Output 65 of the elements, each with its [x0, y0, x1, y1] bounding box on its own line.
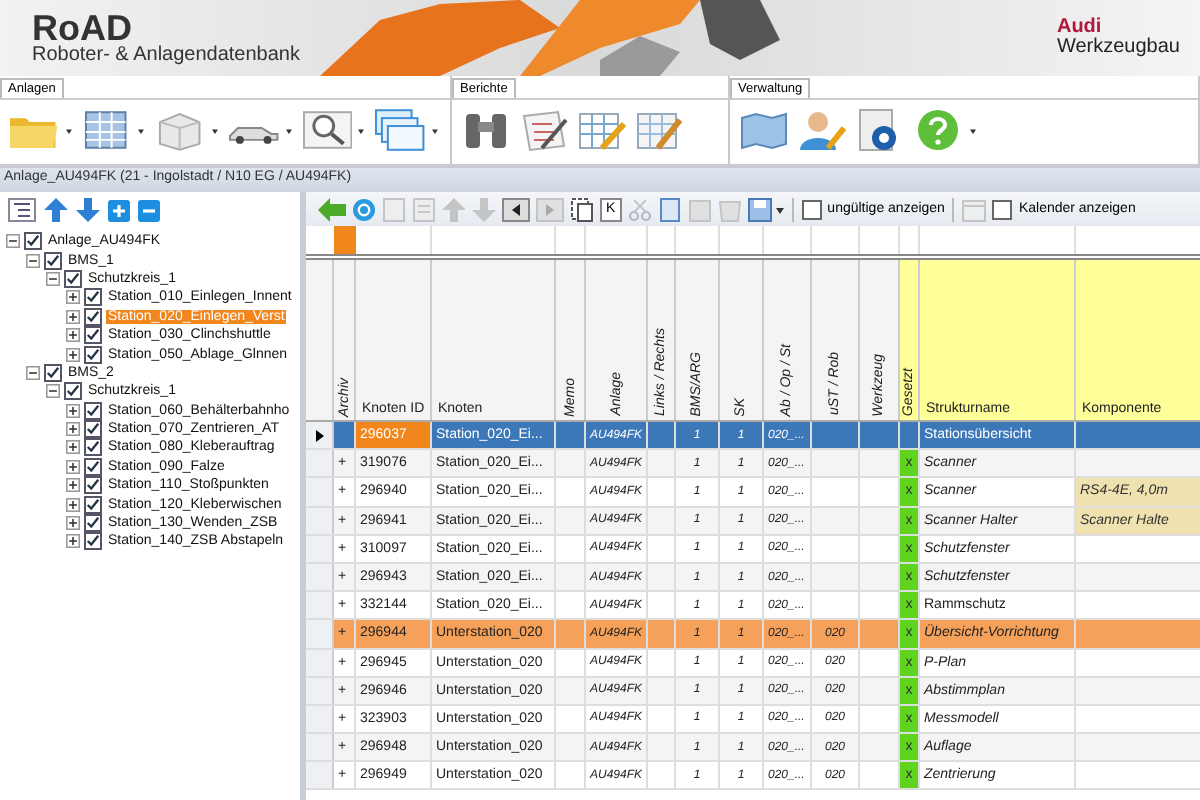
collapse-icon[interactable] — [26, 253, 40, 268]
expand-icon[interactable] — [66, 440, 80, 455]
expand-icon[interactable] — [66, 459, 80, 474]
expand-icon[interactable] — [66, 347, 80, 362]
checkbox[interactable] — [84, 495, 102, 514]
expand-icon[interactable] — [66, 534, 80, 549]
checkbox[interactable] — [64, 269, 82, 288]
collapse-icon[interactable] — [46, 384, 60, 399]
dropdown-icon[interactable] — [970, 127, 976, 133]
save-icon[interactable] — [747, 197, 784, 221]
collapse-icon[interactable] — [6, 234, 20, 249]
expand-icon[interactable] — [66, 422, 80, 437]
expand-icon[interactable] — [66, 403, 80, 418]
checkbox[interactable] — [84, 401, 102, 420]
previous-icon[interactable] — [502, 197, 530, 221]
checklist-icon[interactable] — [518, 108, 570, 152]
dropdown-icon[interactable] — [432, 127, 439, 133]
copy-icon[interactable] — [570, 197, 594, 221]
search-icon[interactable] — [301, 108, 353, 152]
checkbox[interactable] — [84, 288, 102, 307]
expand-icon[interactable] — [66, 516, 80, 531]
checkbox[interactable] — [84, 514, 102, 533]
checkbox[interactable] — [992, 199, 1013, 219]
expand-icon[interactable] — [66, 478, 80, 493]
expand-icon[interactable] — [66, 290, 80, 305]
dropdown-icon[interactable] — [138, 127, 145, 133]
checkbox[interactable] — [44, 251, 62, 270]
list-icon[interactable] — [8, 198, 36, 222]
dropdown-icon[interactable] — [212, 127, 219, 133]
refresh-icon[interactable] — [352, 197, 376, 221]
binoculars-icon[interactable] — [460, 108, 512, 152]
table-edit-icon[interactable] — [634, 108, 686, 152]
collapse-icon[interactable] — [46, 271, 60, 286]
expand-icon[interactable] — [66, 497, 80, 512]
checkbox[interactable] — [84, 420, 102, 439]
app-subtitle: Roboter- & Anlagendatenbank — [32, 46, 300, 66]
checkbox[interactable] — [44, 363, 62, 382]
checkbox[interactable] — [84, 345, 102, 364]
checkbox[interactable] — [84, 326, 102, 345]
checkbox[interactable] — [84, 457, 102, 476]
plus-icon[interactable] — [108, 199, 130, 221]
back-arrow-icon[interactable] — [318, 197, 346, 221]
checkbox[interactable] — [84, 532, 102, 551]
map-icon[interactable] — [738, 108, 790, 152]
user-icon[interactable] — [796, 108, 848, 152]
current-row-icon — [315, 429, 323, 442]
minus-icon[interactable] — [138, 199, 160, 221]
filter-marker — [334, 226, 356, 254]
expand-icon[interactable] — [66, 328, 80, 343]
collapse-icon[interactable] — [26, 365, 40, 380]
checkbox[interactable] — [801, 199, 822, 219]
dropdown-icon[interactable] — [358, 127, 365, 133]
checkbox[interactable] — [84, 476, 102, 495]
brand-subtitle: Werkzeugbau — [1056, 38, 1180, 59]
checkbox[interactable] — [84, 438, 102, 457]
expand-icon[interactable] — [66, 309, 80, 324]
brand-name: Audi — [1056, 17, 1104, 37]
checkbox[interactable] — [24, 232, 42, 251]
dropdown-icon[interactable] — [285, 127, 292, 133]
arrow-up-icon[interactable] — [44, 198, 68, 222]
dropdown-icon[interactable] — [65, 127, 72, 133]
arrow-down-icon[interactable] — [76, 198, 100, 222]
checkbox[interactable] — [84, 307, 102, 326]
checkbox[interactable] — [64, 382, 82, 401]
logo-text: RoAD — [32, 10, 133, 46]
